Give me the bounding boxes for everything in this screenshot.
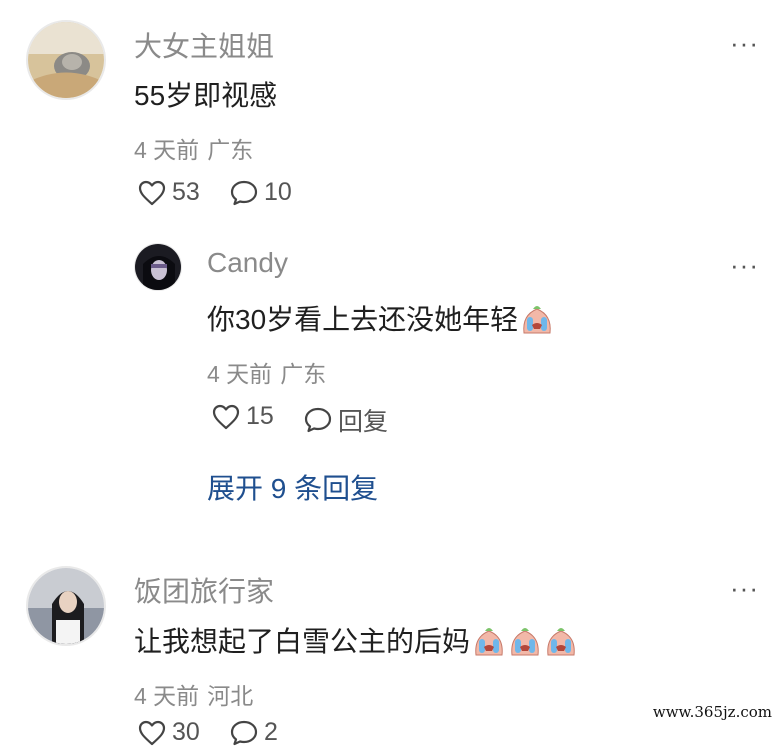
comment-text: 55岁即视感 (134, 80, 278, 111)
comment-bubble-icon (230, 180, 258, 205)
like-count: 53 (172, 178, 200, 206)
watermark: www.365jz.com (648, 701, 776, 723)
comment-location: 广东 (207, 137, 254, 163)
comment-time: 4 天前 (134, 137, 200, 163)
more-dots-icon[interactable]: ··· (730, 573, 759, 604)
comment-bubble-icon (230, 720, 258, 745)
comment-bubble-icon (304, 407, 332, 433)
comment-author[interactable]: 大女主姐姐 (134, 25, 274, 65)
comment-location: 河北 (207, 683, 254, 709)
reply-meta: 4 天前 广东 (207, 355, 326, 389)
reply-location: 广东 (280, 361, 327, 387)
comment-text: 让我想起了白雪公主的后妈 (134, 620, 578, 660)
like-button[interactable]: 30 (138, 718, 200, 747)
crying-face-emoji (547, 628, 575, 656)
expand-replies-link[interactable]: 展开 9 条回复 (207, 467, 378, 507)
avatar[interactable] (134, 243, 182, 291)
like-button[interactable]: 53 (138, 178, 200, 207)
reply-button[interactable]: 2 (230, 718, 278, 747)
more-dots-icon[interactable]: ··· (730, 250, 759, 281)
reply-text: 你30岁看上去还没她年轻 (207, 298, 554, 338)
comment-meta: 4 天前 广东 (134, 131, 253, 165)
comment-author[interactable]: 饭团旅行家 (134, 570, 274, 610)
heart-icon (212, 404, 240, 429)
crying-face-emoji (523, 306, 551, 334)
heart-icon (138, 180, 166, 205)
reply-button[interactable]: 回复 (304, 402, 388, 438)
comment-time: 4 天前 (134, 683, 200, 709)
reply-time: 4 天前 (207, 361, 273, 387)
like-count: 30 (172, 718, 200, 746)
crying-face-emoji (511, 628, 539, 656)
reply-author[interactable]: Candy (207, 247, 288, 279)
reply-count: 10 (264, 178, 292, 206)
reply-label: 回复 (338, 408, 389, 436)
avatar[interactable] (26, 566, 106, 646)
avatar[interactable] (26, 20, 106, 100)
crying-face-emoji (475, 628, 503, 656)
like-button[interactable]: 15 (212, 402, 274, 431)
heart-icon (138, 720, 166, 745)
comment-meta: 4 天前 河北 (134, 677, 253, 711)
reply-button[interactable]: 10 (230, 178, 292, 207)
more-dots-icon[interactable]: ··· (730, 28, 759, 59)
like-count: 15 (246, 402, 274, 430)
reply-count: 2 (264, 718, 278, 746)
